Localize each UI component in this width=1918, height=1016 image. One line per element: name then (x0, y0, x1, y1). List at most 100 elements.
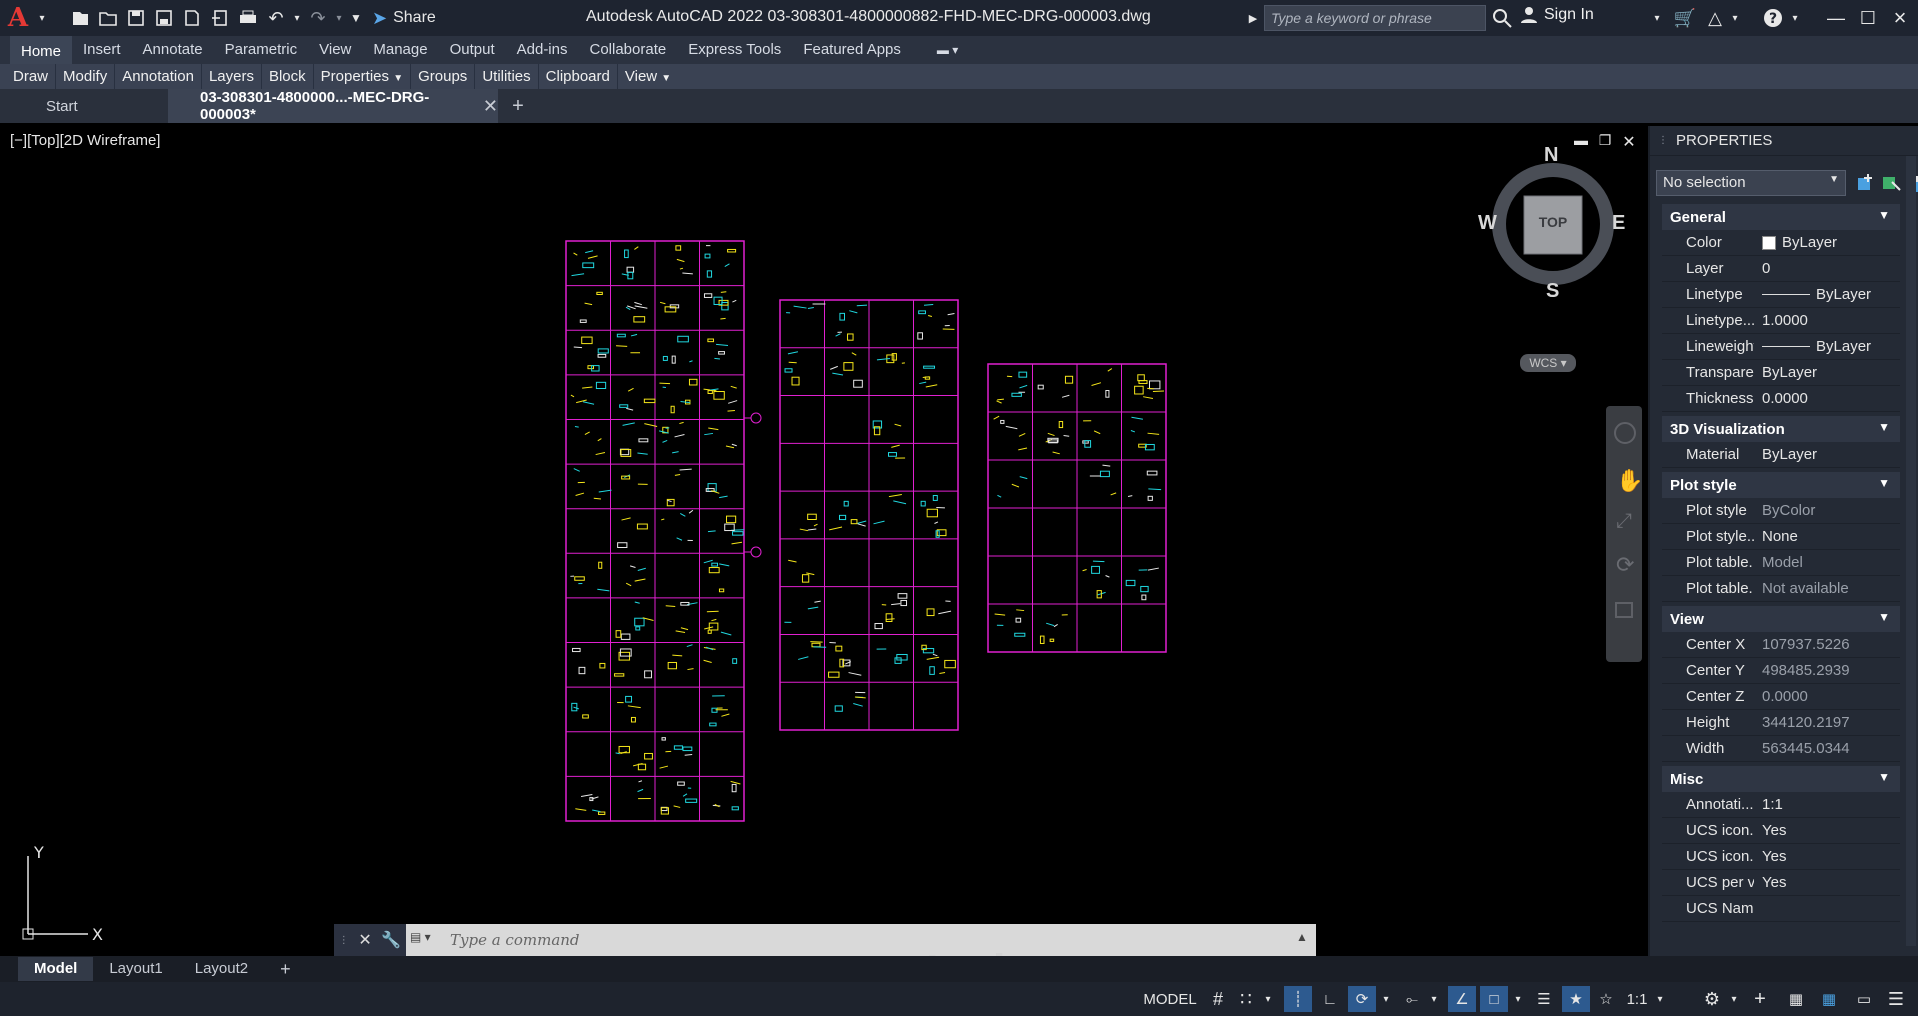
infer-constraints-icon[interactable]: ┊ (1284, 986, 1312, 1012)
prop-row-height[interactable]: Height 344120.2197 (1662, 710, 1900, 736)
snap-mode-icon[interactable]: ∷ (1234, 986, 1258, 1012)
undo-dropdown-icon[interactable]: ▾ (290, 0, 304, 36)
panel-properties[interactable]: Properties ▼ (314, 64, 412, 89)
iso-dropdown-icon[interactable]: ▾ (1428, 986, 1440, 1012)
panel-utilities[interactable]: Utilities (475, 64, 539, 89)
tab-annotate[interactable]: Annotate (132, 36, 214, 64)
prop-row-plot-table-type[interactable]: Plot table... Not available (1662, 576, 1900, 602)
prop-row-plot-style-table[interactable]: Plot style... None (1662, 524, 1900, 550)
prop-row-width[interactable]: Width 563445.0344 (1662, 736, 1900, 762)
polar-dropdown-icon[interactable]: ▾ (1380, 986, 1392, 1012)
prop-row-ucs-name[interactable]: UCS Name (1662, 896, 1900, 922)
viewcube-top-face[interactable]: TOP (1524, 214, 1582, 230)
command-grip-icon[interactable]: ⋮ (339, 935, 349, 946)
save-icon[interactable] (122, 0, 150, 36)
help-icon[interactable]: ? (1760, 0, 1786, 36)
prop-row-layer[interactable]: Layer 0 (1662, 256, 1900, 282)
open-folder-icon[interactable] (94, 0, 122, 36)
customization-menu-icon[interactable]: ☰ (1884, 986, 1908, 1012)
compass-north[interactable]: N (1544, 144, 1558, 167)
quick-properties-icon[interactable]: ▦ (1816, 986, 1842, 1012)
prop-row-center-y[interactable]: Center Y 498485.2939 (1662, 658, 1900, 684)
sign-in-dropdown-icon[interactable]: ▾ (1650, 0, 1664, 36)
properties-scrollbar[interactable] (1906, 156, 1916, 946)
autocad-logo-icon[interactable]: A (0, 0, 36, 36)
tab-express-tools[interactable]: Express Tools (677, 36, 792, 64)
search-icon[interactable] (1490, 6, 1514, 30)
pan-hand-icon[interactable]: ✋ (1616, 468, 1643, 494)
new-file-icon[interactable] (66, 0, 94, 36)
tab-featured-apps[interactable]: Featured Apps (792, 36, 912, 64)
prop-row-ucs-icon-on[interactable]: UCS icon... Yes (1662, 818, 1900, 844)
close-button[interactable]: × (1880, 3, 1918, 33)
share-button[interactable]: ➤ Share (372, 8, 436, 29)
palette-grip-icon[interactable]: ⋮ (1658, 135, 1668, 146)
tab-layout1[interactable]: Layout1 (93, 957, 178, 981)
group-view[interactable]: View ▼ (1662, 606, 1900, 632)
tab-insert[interactable]: Insert (72, 36, 132, 64)
panel-modify[interactable]: Modify (56, 64, 116, 89)
showmotion-icon[interactable] (1615, 602, 1633, 618)
redo-icon[interactable]: ↷ (304, 0, 332, 36)
prop-row-annotation-scale[interactable]: Annotati... 1:1 (1662, 792, 1900, 818)
model-space-toggle[interactable]: MODEL (1140, 986, 1200, 1012)
sheet-column-3[interactable] (987, 363, 1167, 653)
compass-east[interactable]: E (1612, 212, 1625, 235)
app-menu-chevron-icon[interactable]: ▾ (36, 0, 48, 36)
ortho-mode-icon[interactable]: ∟ (1318, 986, 1342, 1012)
command-close-icon[interactable]: ✕ (358, 930, 371, 950)
tab-model[interactable]: Model (18, 957, 94, 981)
new-tab-plus-icon[interactable]: + (498, 89, 538, 123)
plot-printer-icon[interactable] (234, 0, 262, 36)
redo-dropdown-icon[interactable]: ▾ (332, 0, 346, 36)
customize-qat-icon[interactable]: ▼ (346, 0, 366, 36)
prop-row-linetype-scale[interactable]: Linetype... 1.0000 (1662, 308, 1900, 334)
tab-parametric[interactable]: Parametric (214, 36, 309, 64)
select-objects-icon[interactable] (1880, 172, 1904, 194)
prop-row-ucs-icon-origin[interactable]: UCS icon... Yes (1662, 844, 1900, 870)
properties-palette-header[interactable]: ⋮ PROPERTIES (1650, 126, 1918, 156)
ribbon-display-toggle-icon[interactable]: ▬ ▾ (926, 36, 969, 64)
cart-icon[interactable]: 🛒 (1672, 0, 1698, 36)
toggle-pickadd-icon[interactable] (1854, 172, 1878, 194)
add-layout-plus-icon[interactable]: + (264, 957, 307, 981)
isometric-drafting-icon[interactable]: ⟜ (1400, 986, 1424, 1012)
tab-layout2[interactable]: Layout2 (179, 957, 264, 981)
snap-dropdown-icon[interactable]: ▾ (1262, 986, 1274, 1012)
compass-south[interactable]: S (1546, 280, 1559, 303)
save-as-icon[interactable] (150, 0, 178, 36)
tab-output[interactable]: Output (439, 36, 506, 64)
steering-wheel-icon[interactable] (1614, 422, 1636, 444)
compass-west[interactable]: W (1478, 212, 1497, 235)
panel-layers[interactable]: Layers (202, 64, 262, 89)
prop-row-material[interactable]: Material ByLayer (1662, 442, 1900, 468)
tab-start[interactable]: Start (0, 89, 168, 123)
auto-scale-icon[interactable]: ☆ (1594, 986, 1618, 1012)
object-snap-tracking-icon[interactable]: ∠ (1448, 986, 1476, 1012)
sheet-column-1[interactable] (565, 240, 762, 822)
prop-row-color[interactable]: Color ByLayer (1662, 230, 1900, 256)
prop-row-plot-table-attached[interactable]: Plot table... Model (1662, 550, 1900, 576)
close-tab-icon[interactable]: ✕ (483, 96, 498, 117)
annotation-visibility-icon[interactable]: ★ (1562, 986, 1590, 1012)
tab-manage[interactable]: Manage (362, 36, 438, 64)
prop-row-center-z[interactable]: Center Z 0.0000 (1662, 684, 1900, 710)
panel-draw[interactable]: Draw (6, 64, 57, 89)
prop-row-plot-style[interactable]: Plot style ByColor (1662, 498, 1900, 524)
sheet-column-2[interactable] (779, 299, 959, 731)
annotation-scale-dropdown-icon[interactable]: ▾ (1654, 986, 1666, 1012)
panel-annotation[interactable]: Annotation (115, 64, 202, 89)
prop-row-ucs-per-viewport[interactable]: UCS per v... Yes (1662, 870, 1900, 896)
wcs-menu[interactable]: WCS ▾ (1520, 354, 1576, 372)
panel-view[interactable]: View ▼ (618, 64, 678, 89)
help-dropdown-icon[interactable]: ▾ (1788, 0, 1802, 36)
panel-clipboard[interactable]: Clipboard (539, 64, 618, 89)
undo-icon[interactable]: ↶ (262, 0, 290, 36)
drawing-area[interactable]: [−][Top][2D Wireframe] ▬ ❐ ✕ Y X TOP N S… (4, 126, 1646, 952)
workspace-dropdown-icon[interactable]: ▾ (1728, 986, 1740, 1012)
group-plot-style[interactable]: Plot style ▼ (1662, 472, 1900, 498)
tab-view[interactable]: View (308, 36, 362, 64)
clean-screen-icon[interactable]: ▭ (1852, 986, 1876, 1012)
workspace-gear-icon[interactable]: ⚙ (1700, 986, 1724, 1012)
lineweight-icon[interactable]: ☰ (1532, 986, 1556, 1012)
